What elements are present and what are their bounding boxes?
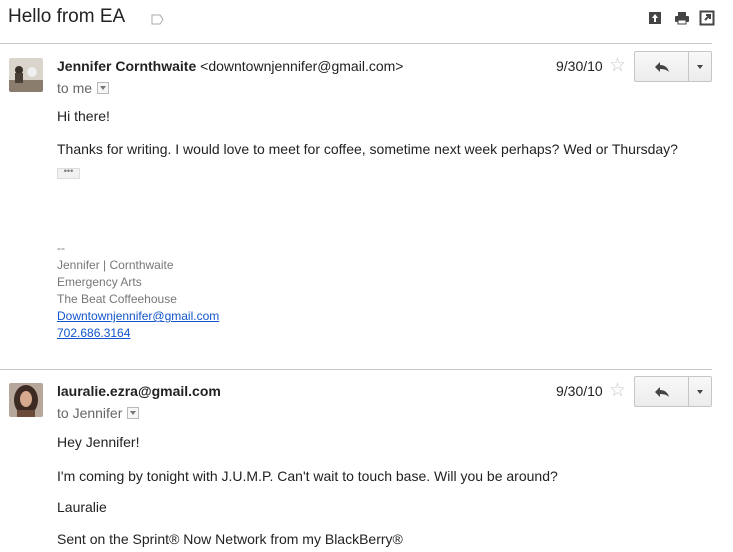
message-body-line: Lauralie [57, 499, 107, 515]
avatar[interactable] [9, 58, 43, 92]
message-body-line: Hey Jennifer! [57, 434, 140, 450]
avatar[interactable] [9, 383, 43, 417]
sender-email: <downtownjennifer@gmail.com> [200, 58, 404, 74]
reply-icon [654, 61, 669, 72]
recipient-label: to Jennifer [57, 405, 123, 421]
reply-button-group[interactable] [634, 376, 712, 407]
new-window-icon[interactable] [699, 10, 715, 26]
more-options-button[interactable] [689, 52, 711, 81]
thread-subject: Hello from EA [8, 6, 126, 27]
show-details-icon[interactable] [97, 82, 110, 95]
sender-name[interactable]: Jennifer Cornthwaite [57, 58, 196, 74]
message-date: 9/30/10 [556, 383, 603, 399]
message-body-line: Thanks for writing. I would love to meet… [57, 141, 678, 157]
message-date: 9/30/10 [556, 58, 603, 74]
star-icon[interactable]: ☆ [609, 56, 626, 75]
recipient-line[interactable]: to Jennifer [57, 405, 140, 421]
show-details-icon[interactable] [127, 407, 140, 420]
message-body-line: I'm coming by tonight with J.U.M.P. Can'… [57, 468, 558, 484]
signature-line: The Beat Coffeehouse [57, 292, 177, 306]
reply-button-group[interactable] [634, 51, 712, 82]
print-icon[interactable] [674, 10, 690, 26]
message-body-line: Sent on the Sprint® Now Network from my … [57, 531, 403, 547]
reply-icon [654, 386, 669, 397]
star-icon[interactable]: ☆ [609, 381, 626, 400]
header-divider [0, 43, 712, 44]
signature-separator: -- [57, 241, 65, 255]
signature-phone-link[interactable]: 702.686.3164 [57, 326, 130, 340]
recipient-label: to me [57, 80, 93, 96]
signature: -- Jennifer | Cornthwaite Emergency Arts… [57, 240, 219, 342]
signature-line: Emergency Arts [57, 275, 142, 289]
sender[interactable]: lauralie.ezra@gmail.com [57, 383, 221, 399]
signature-line: Jennifer | Cornthwaite [57, 258, 174, 272]
recipient-line[interactable]: to me [57, 80, 110, 96]
signature-email-link[interactable]: Downtownjennifer@gmail.com [57, 309, 219, 323]
message-divider [0, 369, 712, 370]
label-icon[interactable] [151, 12, 164, 25]
more-options-button[interactable] [689, 377, 711, 406]
show-trimmed-content-button[interactable]: ••• [57, 167, 80, 179]
message-body-line: Hi there! [57, 108, 110, 124]
reply-button[interactable] [635, 52, 689, 81]
sender-name[interactable]: lauralie.ezra@gmail.com [57, 383, 221, 399]
reply-button[interactable] [635, 377, 689, 406]
archive-icon[interactable] [647, 10, 663, 26]
sender[interactable]: Jennifer Cornthwaite <downtownjennifer@g… [57, 58, 403, 74]
